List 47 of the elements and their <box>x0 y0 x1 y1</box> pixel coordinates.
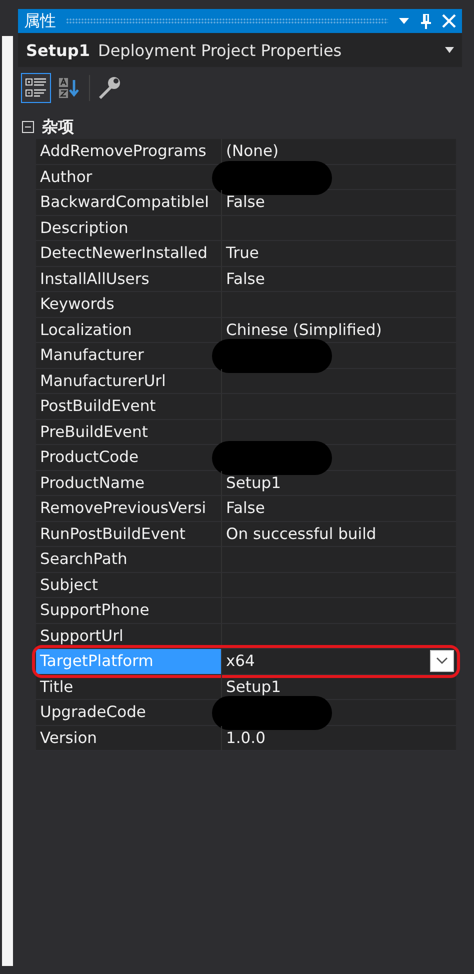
property-name[interactable]: Title <box>40 678 74 696</box>
property-value: False <box>226 193 265 212</box>
pin-icon[interactable] <box>420 13 432 29</box>
property-value: Setup1 <box>226 678 281 696</box>
property-name[interactable]: Localization <box>40 320 132 338</box>
property-name[interactable]: PreBuildEvent <box>40 422 148 440</box>
property-name[interactable]: BackwardCompatibleI <box>40 193 210 211</box>
property-name[interactable]: RemovePreviousVersi <box>40 499 206 517</box>
property-value: (None) <box>226 142 279 160</box>
property-name[interactable]: SupportUrl <box>40 626 124 644</box>
property-name[interactable]: SupportPhone <box>40 601 150 619</box>
close-icon[interactable] <box>442 14 456 28</box>
property-name[interactable]: AddRemovePrograms <box>40 142 206 160</box>
property-name[interactable]: Version <box>40 728 97 746</box>
property-value: On successful build <box>226 524 376 543</box>
chevron-down-icon <box>436 657 448 666</box>
dropdown-caret-icon[interactable] <box>398 17 410 25</box>
dropdown-button[interactable] <box>430 650 454 672</box>
panel-title: 属性 <box>24 10 56 32</box>
property-name[interactable]: Manufacturer <box>40 346 144 364</box>
object-name: Setup1 <box>26 40 90 60</box>
object-selector[interactable]: Setup1 Deployment Project Properties <box>18 33 462 67</box>
caret-icon <box>445 47 454 53</box>
property-name[interactable]: ManufacturerUrl <box>40 372 166 390</box>
property-name[interactable]: RunPostBuildEvent <box>40 524 186 542</box>
collapse-icon[interactable] <box>22 121 34 133</box>
property-name[interactable]: ProductName <box>40 474 145 492</box>
property-name[interactable]: Description <box>40 218 128 236</box>
categorized-button[interactable] <box>21 73 51 103</box>
property-name[interactable]: Author <box>40 168 92 186</box>
property-name[interactable]: UpgradeCode <box>40 703 146 721</box>
property-name[interactable]: Keywords <box>40 295 114 313</box>
property-name[interactable]: ProductCode <box>40 448 139 466</box>
property-value: 1.0.0 <box>226 728 266 747</box>
property-name[interactable]: PostBuildEvent <box>40 397 156 415</box>
property-value: Setup1 <box>226 474 281 492</box>
property-name[interactable]: Subject <box>40 576 98 594</box>
property-value: True <box>226 244 259 262</box>
property-name[interactable]: DetectNewerInstalled <box>40 244 208 262</box>
property-value: False <box>226 499 265 518</box>
property-value: Chinese (Simplified) <box>226 320 382 339</box>
object-type: Deployment Project Properties <box>98 40 342 60</box>
property-name[interactable]: InstallAllUsers <box>40 270 150 288</box>
category-label: 杂项 <box>42 116 74 138</box>
property-name[interactable]: SearchPath <box>40 550 128 568</box>
property-value: x64 <box>226 652 255 670</box>
property-value: False <box>226 270 265 288</box>
